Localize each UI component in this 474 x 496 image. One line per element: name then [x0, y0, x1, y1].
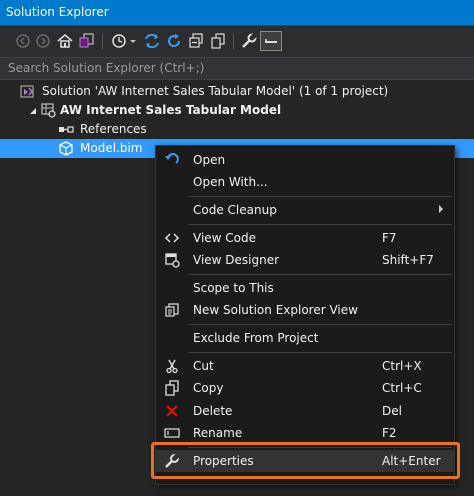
menu-item-shortcut: Ctrl+C	[382, 381, 422, 395]
forward-icon[interactable]	[34, 32, 52, 50]
tree-item-project[interactable]: AW Internet Sales Tabular Model	[0, 101, 474, 120]
new-window-icon	[164, 302, 180, 318]
menu-item-label: Rename	[193, 426, 243, 440]
menu-item-exclude-from-project[interactable]: Exclude From Project	[156, 327, 454, 349]
properties-icon[interactable]	[240, 32, 258, 50]
context-menu: Open Open With... Code Cleanup View Code…	[155, 145, 455, 485]
menu-item-view-code[interactable]: View Code F7	[156, 227, 454, 249]
menu-item-code-cleanup[interactable]: Code Cleanup	[156, 199, 454, 221]
menu-item-shortcut: Ctrl+X	[382, 359, 422, 373]
tabular-project-icon	[40, 103, 56, 118]
menu-item-label: Copy	[193, 381, 224, 395]
menu-item-shortcut: Alt+Enter	[382, 454, 441, 468]
tree-item-references[interactable]: References	[0, 120, 474, 139]
menu-item-delete[interactable]: Delete Del	[156, 400, 454, 422]
menu-separator	[188, 274, 452, 275]
menu-item-copy[interactable]: Copy Ctrl+C	[156, 377, 454, 399]
chevron-down-icon[interactable]	[128, 32, 138, 50]
menu-item-label: View Code	[193, 231, 257, 245]
search-bar	[0, 58, 474, 80]
toolbar-separator	[102, 33, 103, 49]
menu-item-rename[interactable]: Rename F2	[156, 422, 454, 444]
delete-x-icon	[164, 403, 180, 419]
model-file-icon	[58, 141, 74, 156]
menu-item-new-solution-explorer-view[interactable]: New Solution Explorer View	[156, 299, 454, 321]
show-all-files-icon[interactable]	[209, 32, 227, 50]
sync-icon[interactable]	[143, 32, 161, 50]
menu-item-cut[interactable]: Cut Ctrl+X	[156, 355, 454, 377]
tree-item-label: References	[80, 122, 147, 136]
menu-item-view-designer[interactable]: View Designer Shift+F7	[156, 249, 454, 271]
menu-item-label: Open	[193, 153, 226, 167]
menu-item-label: Code Cleanup	[193, 203, 277, 217]
toolbar-separator	[233, 33, 234, 49]
tree-item-solution[interactable]: Solution 'AW Internet Sales Tabular Mode…	[0, 82, 474, 101]
menu-item-label: Open With...	[193, 175, 268, 189]
menu-item-label: Exclude From Project	[193, 331, 319, 345]
menu-item-label: Delete	[193, 404, 233, 418]
open-icon	[164, 152, 180, 168]
menu-item-open[interactable]: Open	[156, 149, 454, 171]
rename-icon	[164, 425, 180, 441]
window-title-bar: Solution Explorer	[0, 0, 474, 26]
solution-icon	[20, 84, 36, 99]
wrench-icon	[164, 453, 180, 469]
preview-icon[interactable]	[260, 31, 282, 51]
designer-icon	[164, 252, 180, 268]
submenu-arrow-icon	[439, 205, 443, 213]
menu-separator	[188, 224, 452, 225]
menu-item-shortcut: F2	[382, 426, 397, 440]
window-title: Solution Explorer	[6, 5, 109, 19]
menu-item-label: Properties	[193, 454, 254, 468]
collapse-all-icon[interactable]	[187, 32, 205, 50]
menu-separator	[188, 352, 452, 353]
code-brackets-icon	[164, 230, 180, 246]
references-icon	[58, 122, 74, 137]
menu-item-label: View Designer	[193, 253, 280, 267]
tree-item-label: Model.bim	[80, 141, 143, 155]
menu-item-label: Cut	[193, 359, 214, 373]
menu-separator	[188, 324, 452, 325]
menu-item-scope-to-this[interactable]: Scope to This	[156, 277, 454, 299]
scissors-icon	[164, 358, 180, 374]
toolbar	[0, 26, 474, 58]
tree-item-label: AW Internet Sales Tabular Model	[60, 103, 282, 117]
menu-item-shortcut: Shift+F7	[382, 253, 434, 267]
history-icon[interactable]	[110, 32, 128, 50]
copy-icon	[164, 380, 180, 396]
menu-separator	[188, 447, 452, 448]
menu-separator	[188, 196, 452, 197]
menu-item-open-with[interactable]: Open With...	[156, 171, 454, 193]
switch-views-icon[interactable]	[78, 32, 96, 50]
refresh-icon[interactable]	[165, 32, 183, 50]
menu-item-properties[interactable]: Properties Alt+Enter	[156, 450, 454, 472]
tree-item-label: Solution 'AW Internet Sales Tabular Mode…	[42, 84, 389, 98]
expanded-arrow-icon[interactable]	[28, 105, 38, 115]
menu-item-shortcut: F7	[382, 231, 397, 245]
home-icon[interactable]	[56, 32, 74, 50]
menu-item-label: Scope to This	[193, 281, 274, 295]
menu-item-label: New Solution Explorer View	[193, 303, 358, 317]
back-icon[interactable]	[14, 32, 32, 50]
search-input[interactable]	[8, 60, 448, 76]
menu-item-shortcut: Del	[382, 404, 402, 418]
